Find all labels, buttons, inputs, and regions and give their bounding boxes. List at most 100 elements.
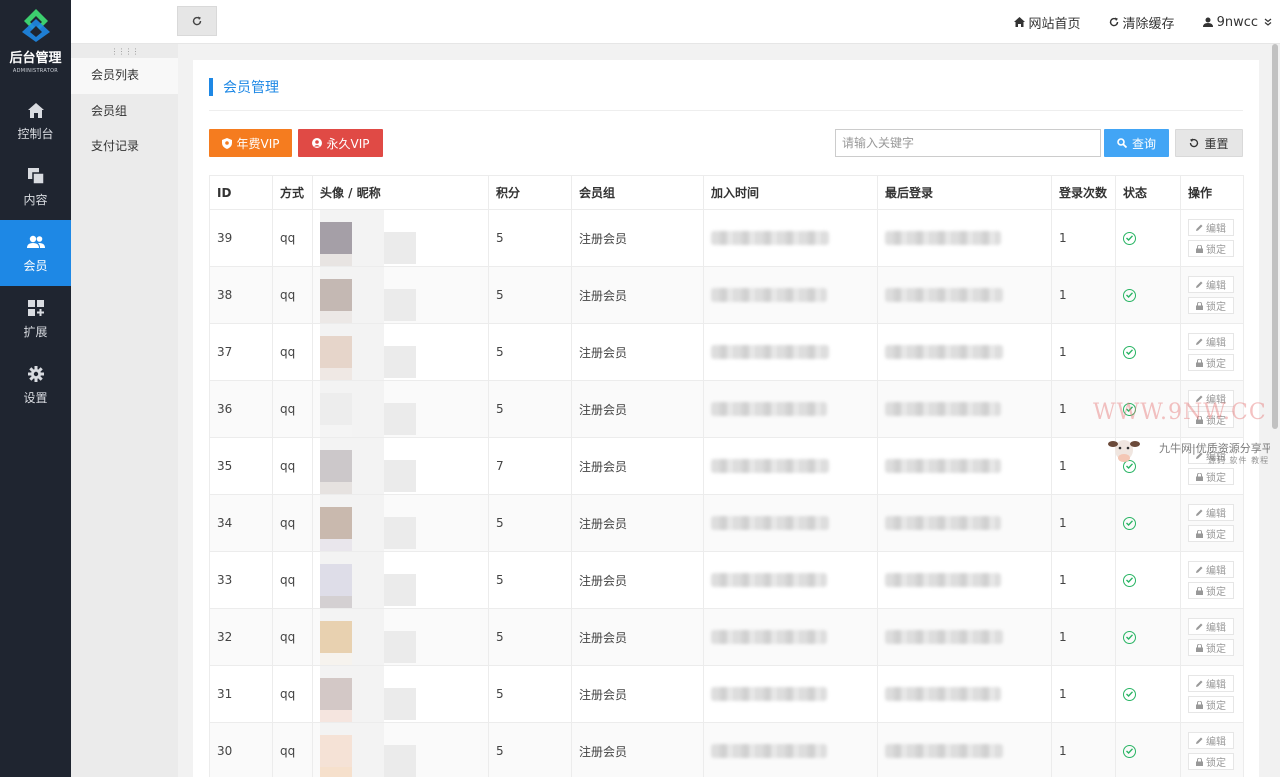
redacted-last-login (885, 630, 1003, 644)
redacted-last-login (885, 744, 1003, 758)
collapse-handle[interactable]: ⋮⋮⋮⋮ (71, 44, 178, 58)
lock-button[interactable]: 锁定 (1188, 525, 1234, 542)
cell-join-time (703, 323, 878, 381)
cell-points: 5 (488, 665, 572, 723)
user-menu[interactable]: 9nwcc (1202, 15, 1272, 30)
check-circle-icon (1123, 687, 1136, 701)
vertical-scrollbar[interactable] (1270, 44, 1280, 777)
lock-label: 锁定 (1206, 587, 1226, 598)
reset-button[interactable]: 重置 (1175, 129, 1243, 157)
cell-last-login (877, 266, 1052, 324)
edit-button[interactable]: 编辑 (1188, 390, 1234, 407)
edit-button[interactable]: 编辑 (1188, 618, 1234, 635)
avatar-blurred (320, 438, 416, 494)
lock-button[interactable]: 锁定 (1188, 354, 1234, 371)
edit-label: 编辑 (1206, 566, 1226, 577)
cell-last-login (877, 551, 1052, 609)
lock-label: 锁定 (1206, 530, 1226, 541)
nav-item-label: 扩展 (23, 325, 48, 339)
avatar-blurred (320, 495, 416, 551)
scrollbar-thumb[interactable] (1272, 44, 1278, 429)
column-header-actions[interactable]: 操作 (1180, 175, 1244, 210)
cell-actions: 编辑 锁定 (1180, 323, 1244, 381)
edit-button[interactable]: 编辑 (1188, 333, 1234, 350)
lock-button[interactable]: 锁定 (1188, 240, 1234, 257)
cell-id: 39 (209, 209, 273, 267)
row-actions: 编辑 锁定 (1188, 276, 1243, 314)
subnav-item-member-group[interactable]: 会员组 (71, 94, 178, 130)
edit-button[interactable]: 编辑 (1188, 675, 1234, 692)
nav-item-members[interactable]: 会员 (0, 220, 71, 286)
edit-button[interactable]: 编辑 (1188, 732, 1234, 749)
lock-button[interactable]: 锁定 (1188, 639, 1234, 656)
permanent-vip-button[interactable]: 永久VIP (298, 129, 383, 157)
column-header-method[interactable]: 方式 (272, 175, 313, 210)
user-icon (1202, 17, 1213, 27)
nav-item-content[interactable]: 内容 (0, 154, 71, 220)
cell-join-time (703, 209, 878, 267)
edit-button[interactable]: 编辑 (1188, 219, 1234, 236)
column-header-points[interactable]: 积分 (488, 175, 572, 210)
edit-button[interactable]: 编辑 (1188, 447, 1234, 464)
avatar (320, 279, 352, 311)
lock-icon (1196, 472, 1203, 481)
cell-status (1115, 266, 1181, 324)
cell-avatar-nickname (312, 494, 489, 552)
clear-cache-link[interactable]: 清除缓存 (1109, 13, 1175, 32)
lock-button[interactable]: 锁定 (1188, 297, 1234, 314)
search-input[interactable] (835, 129, 1101, 157)
cell-method: qq (272, 608, 313, 666)
avatar (320, 678, 352, 710)
cell-actions: 编辑 锁定 (1180, 608, 1244, 666)
cell-join-time (703, 494, 878, 552)
lock-button[interactable]: 锁定 (1188, 696, 1234, 713)
avatar-bg (384, 460, 416, 492)
lock-icon (1196, 244, 1203, 253)
cell-actions: 编辑 锁定 (1180, 722, 1244, 777)
top-links: 网站首页 清除缓存 9nwcc (986, 0, 1272, 44)
avatar (320, 621, 352, 653)
column-header-status[interactable]: 状态 (1115, 175, 1181, 210)
column-header-avatar-nickname[interactable]: 头像 / 昵称 (312, 175, 489, 210)
column-header-login-count[interactable]: 登录次数 (1051, 175, 1116, 210)
cell-status (1115, 665, 1181, 723)
column-header-group[interactable]: 会员组 (571, 175, 704, 210)
lock-button[interactable]: 锁定 (1188, 582, 1234, 599)
cell-login-count: 1 (1051, 323, 1116, 381)
column-header-id[interactable]: ID (209, 175, 273, 210)
avatar (320, 336, 352, 368)
main-sidebar: 后台管理 ADMINISTRATOR 控制台 内容 会员 扩展 设置 (0, 0, 71, 777)
edit-button[interactable]: 编辑 (1188, 561, 1234, 578)
column-header-join-time[interactable]: 加入时间 (703, 175, 878, 210)
home-link[interactable]: 网站首页 (1013, 13, 1081, 32)
edit-button[interactable]: 编辑 (1188, 276, 1234, 293)
user-circle-icon (311, 138, 322, 148)
edit-button[interactable]: 编辑 (1188, 504, 1234, 521)
subnav-item-member-list[interactable]: 会员列表 (71, 58, 178, 94)
cell-last-login (877, 665, 1052, 723)
lock-button[interactable]: 锁定 (1188, 411, 1234, 428)
avatar-bg (384, 574, 416, 606)
query-button[interactable]: 查询 (1104, 129, 1169, 157)
cell-avatar-nickname (312, 608, 489, 666)
row-actions: 编辑 锁定 (1188, 618, 1243, 656)
column-header-last-login[interactable]: 最后登录 (877, 175, 1052, 210)
lock-button[interactable]: 锁定 (1188, 753, 1234, 770)
year-vip-button[interactable]: 年费VIP (209, 129, 292, 157)
check-circle-icon (1123, 231, 1136, 245)
check-circle-icon (1123, 630, 1136, 644)
lock-button[interactable]: 锁定 (1188, 468, 1234, 485)
nav-item-dashboard[interactable]: 控制台 (0, 88, 71, 154)
cell-login-count: 1 (1051, 494, 1116, 552)
check-circle-icon (1123, 345, 1136, 359)
nav-item-extend[interactable]: 扩展 (0, 286, 71, 352)
subnav-item-payment-records[interactable]: 支付记录 (71, 129, 178, 165)
nav-item-settings[interactable]: 设置 (0, 352, 71, 418)
cell-status (1115, 323, 1181, 381)
refresh-button[interactable] (177, 6, 217, 36)
row-actions: 编辑 锁定 (1188, 390, 1243, 428)
row-actions: 编辑 锁定 (1188, 447, 1243, 485)
home-link-label: 网站首页 (1028, 16, 1081, 32)
avatar-bg (384, 289, 416, 321)
logo[interactable]: 后台管理 ADMINISTRATOR (0, 0, 71, 88)
